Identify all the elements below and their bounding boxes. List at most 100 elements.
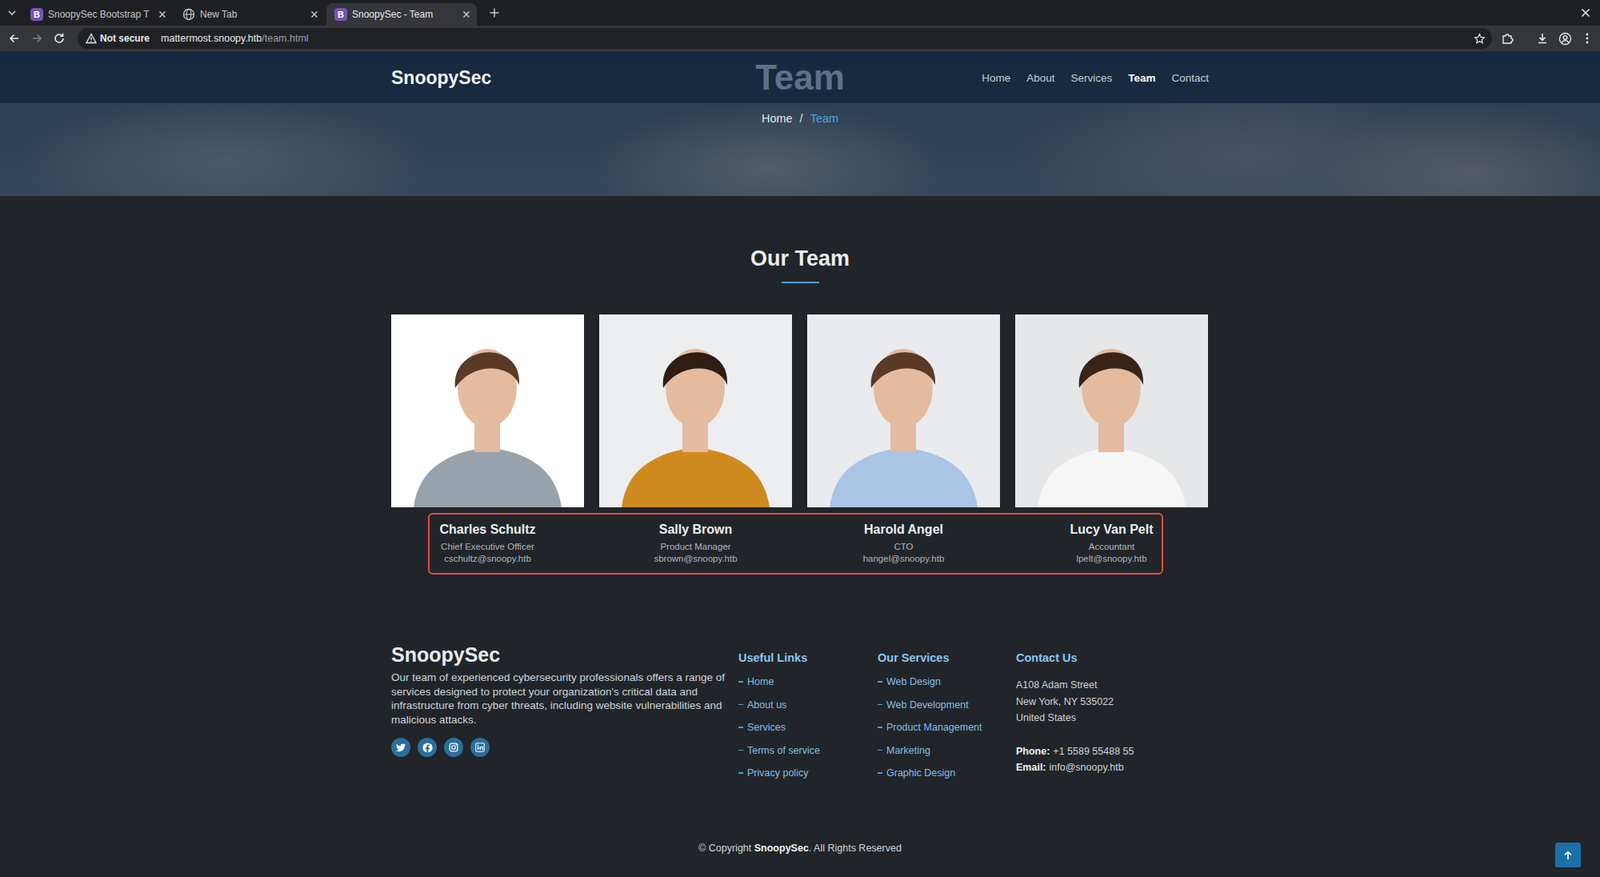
team-info-row: Charles SchultzChief Executive Officercs… xyxy=(391,507,1209,565)
profile-icon[interactable] xyxy=(1555,28,1575,48)
footer-link-item: Web Development xyxy=(877,697,1016,712)
browser-tab[interactable]: New Tab xyxy=(174,3,325,26)
browser-chrome: BSnoopySec Bootstrap T New Tab BSnoopySec … xyxy=(0,0,1600,52)
nav-item-wrap: Services xyxy=(1070,68,1112,88)
breadcrumb-item: Team xyxy=(810,111,839,127)
main-nav: Home About Services Team Contact xyxy=(844,68,1209,88)
footer-link[interactable]: Privacy policy xyxy=(747,765,808,780)
member-email: sbrown@snoopy.htb xyxy=(599,552,792,565)
tab-title: New Tab xyxy=(200,7,304,22)
address-line: United States xyxy=(1016,709,1209,727)
useful-links-column: Useful LinksHomeAbout usServicesTerms of… xyxy=(738,642,878,789)
new-tab-icon[interactable] xyxy=(484,3,504,23)
footer-link-item: Product Management xyxy=(877,720,1016,735)
team-section: Our Team Charles SchultzChief Executive O… xyxy=(0,196,1600,565)
address-line: A108 Adam Street xyxy=(1016,676,1209,694)
footer-link[interactable]: Product Management xyxy=(886,720,983,735)
member-info: Lucy Van PeltAccountantlpelt@snoopy.htb xyxy=(1015,507,1208,565)
security-chip[interactable]: Not secure xyxy=(80,29,156,48)
nav-link[interactable]: About xyxy=(1026,72,1055,84)
chevron-icon xyxy=(877,680,883,683)
back-icon[interactable] xyxy=(4,28,24,48)
member-name: Sally Brown xyxy=(599,521,792,538)
footer-link-item: Marketing xyxy=(877,743,1016,758)
chevron-icon xyxy=(877,772,883,774)
close-tab-icon[interactable] xyxy=(460,8,472,20)
close-tab-icon[interactable] xyxy=(156,8,168,20)
member-role: Chief Executive Officer xyxy=(391,540,584,553)
nav-link[interactable]: Contact xyxy=(1171,72,1209,84)
footer-link[interactable]: Terms of service xyxy=(747,743,820,758)
nav-item-wrap: About xyxy=(1026,68,1055,88)
footer-link[interactable]: Marketing xyxy=(886,743,931,758)
footer-link[interactable]: Graphic Design xyxy=(886,765,956,780)
extensions-icon[interactable] xyxy=(1497,28,1517,48)
member-card xyxy=(391,314,584,508)
footer-link-item: Privacy policy xyxy=(738,765,878,780)
header-bar: SnoopySec Team Home About Services Team Contac… xyxy=(391,52,1209,104)
page-title: Team xyxy=(755,56,845,100)
menu-icon[interactable] xyxy=(1577,28,1597,48)
chevron-icon xyxy=(738,726,744,728)
browser-tab[interactable]: BSnoopySec - Team xyxy=(326,3,477,26)
footer-columns: SnoopySec Our team of experienced cyberse… xyxy=(391,642,1209,789)
reload-icon[interactable] xyxy=(49,28,69,48)
footer-link[interactable]: Web Development xyxy=(886,697,969,712)
tab-search-button[interactable] xyxy=(3,3,21,23)
instagram-icon[interactable] xyxy=(444,737,464,757)
linkedin-icon[interactable] xyxy=(470,737,490,757)
member-info: Sally Brown Product Managersbrown@snoopy.… xyxy=(599,507,792,565)
breadcrumb-item[interactable]: Home xyxy=(761,111,793,127)
member-info: Charles SchultzChief Executive Officercs… xyxy=(391,507,584,565)
chevron-icon xyxy=(877,749,883,752)
nav-link[interactable]: Team xyxy=(1128,72,1156,84)
footer-link[interactable]: Web Design xyxy=(886,674,941,689)
copyright: © Copyright SnoopySec. All Rights Reserv… xyxy=(391,841,1209,855)
footer-link[interactable]: About us xyxy=(747,697,787,712)
close-window-icon[interactable] xyxy=(1576,3,1596,23)
warning-icon xyxy=(85,32,97,44)
services-column: Our ServicesWeb DesignWeb DevelopmentPro… xyxy=(877,642,1016,789)
footer-link[interactable]: Home xyxy=(747,674,774,689)
browser-tab[interactable]: BSnoopySec Bootstrap T xyxy=(22,3,173,26)
footer-container: SnoopySec Our team of experienced cyberse… xyxy=(391,642,1209,855)
nav-item-wrap: Team xyxy=(1128,68,1156,88)
chevron-icon xyxy=(738,772,744,774)
highlight-box xyxy=(428,512,1164,575)
member-card xyxy=(807,314,1000,508)
member-name: Lucy Van Pelt xyxy=(1015,521,1208,538)
footer-about: SnoopySec Our team of experienced cyberse… xyxy=(391,642,739,789)
footer-link[interactable]: Services xyxy=(747,720,786,735)
web-page: SnoopySec Team Home About Services Team Contac… xyxy=(0,52,1600,877)
member-card xyxy=(1015,314,1208,508)
forward-icon[interactable] xyxy=(27,28,47,48)
security-label: Not secure xyxy=(100,31,150,46)
site-footer: SnoopySec Our team of experienced cyberse… xyxy=(0,564,1600,855)
section-title: Our Team xyxy=(391,245,1209,272)
member-info: Harold AngelCTOhangel@snoopy.htb xyxy=(807,507,1000,565)
member-role: Product Manager xyxy=(599,540,792,553)
footer-logo[interactable]: SnoopySec xyxy=(391,642,739,667)
contact-phone: Phone:+1 5589 55488 55 xyxy=(1016,743,1209,760)
nav-link[interactable]: Home xyxy=(981,72,1011,84)
omnibox[interactable]: Not secure mattermost.snoopy.htb/team.htm… xyxy=(77,28,1492,49)
nav-link[interactable]: Services xyxy=(1070,72,1112,84)
member-role: CTO xyxy=(807,540,1000,553)
back-to-top-icon[interactable] xyxy=(1555,842,1581,868)
close-tab-icon[interactable] xyxy=(308,8,320,20)
site-logo[interactable]: SnoopySec xyxy=(391,67,492,88)
download-icon[interactable] xyxy=(1532,28,1552,48)
url-path: /team.html xyxy=(261,31,308,47)
copyright-brand: SnoopySec xyxy=(754,842,809,854)
email-label: Email: xyxy=(1016,761,1047,773)
url-host: mattermost.snoopy.htb xyxy=(160,31,262,47)
contact-column: Contact Us A108 Adam StreetNew York, NY 5… xyxy=(1016,642,1209,789)
member-photo xyxy=(807,314,1000,508)
footer-description: Our team of experienced cybersecurity pr… xyxy=(391,670,739,727)
footer-heading: Contact Us xyxy=(1016,642,1209,665)
address-line: New York, NY 535022 xyxy=(1016,693,1209,711)
nav-item-wrap: Contact xyxy=(1171,68,1209,88)
facebook-icon[interactable] xyxy=(417,737,437,757)
twitter-icon[interactable] xyxy=(391,737,411,757)
bookmark-star-icon[interactable] xyxy=(1473,32,1486,45)
